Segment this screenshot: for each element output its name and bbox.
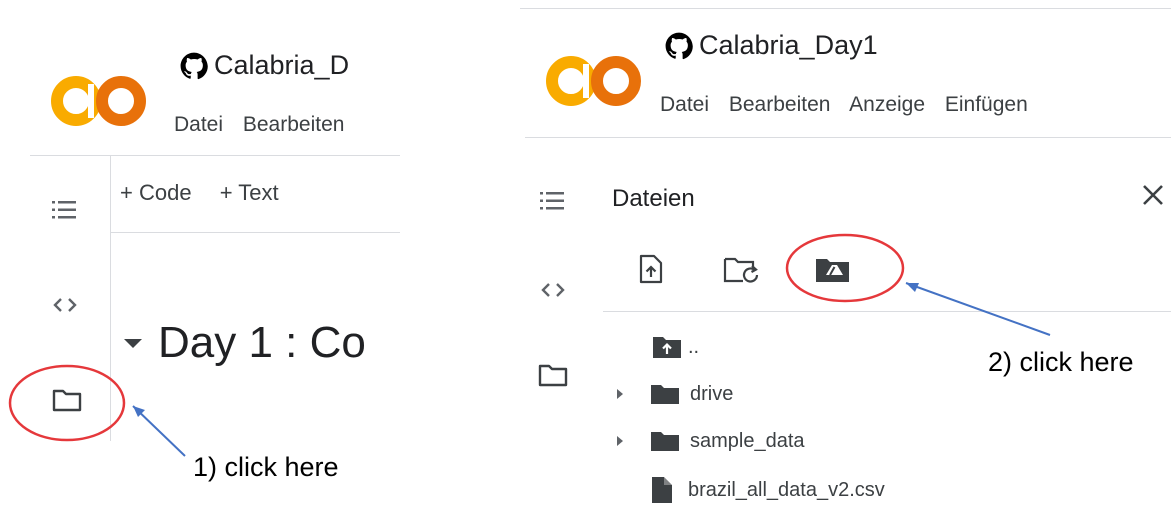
files-folder-icon[interactable] <box>536 360 570 390</box>
list-item[interactable]: drive <box>610 382 733 406</box>
file-name: brazil_all_data_v2.csv <box>688 478 885 501</box>
notebook-title-text: Calabria_D <box>214 50 350 80</box>
github-icon <box>665 32 693 59</box>
annotation-step2: 2) click here <box>988 347 1134 377</box>
header-divider-right <box>525 137 1171 138</box>
list-item[interactable]: brazil_all_data_v2.csv <box>650 476 885 504</box>
toc-icon[interactable] <box>538 186 568 216</box>
close-icon[interactable] <box>1140 178 1171 212</box>
file-name: drive <box>690 382 734 405</box>
header-divider <box>30 155 400 156</box>
sidebar-divider <box>110 155 111 441</box>
github-icon <box>180 52 208 79</box>
arrow-step2 <box>905 282 1051 336</box>
files-folder-icon[interactable] <box>50 385 84 415</box>
top-border <box>520 8 1171 9</box>
folder-up-icon <box>653 337 681 358</box>
files-toolbar-divider <box>603 311 1171 312</box>
colab-logo-right[interactable] <box>545 50 645 110</box>
menu-einfuegen[interactable]: Einfügen <box>945 93 1028 116</box>
file-icon <box>652 477 672 503</box>
code-snippets-icon[interactable] <box>50 290 80 320</box>
expand-arrow-icon[interactable] <box>610 384 630 404</box>
colab-logo[interactable] <box>50 70 150 130</box>
expand-arrow-icon[interactable] <box>610 431 630 451</box>
menu-bar-right: Datei Bearbeiten Anzeige Einfügen <box>660 93 1042 117</box>
add-text-button[interactable]: + Text <box>220 180 279 205</box>
toc-icon[interactable] <box>50 195 80 225</box>
menu-bearbeiten[interactable]: Bearbeiten <box>729 93 831 116</box>
parent-directory-row[interactable]: .. <box>652 335 699 359</box>
toolbar-divider <box>111 232 400 233</box>
folder-icon <box>651 432 679 451</box>
menu-bearbeiten[interactable]: Bearbeiten <box>243 113 345 136</box>
notebook-title-text: Calabria_Day1 <box>699 30 878 60</box>
refresh-folder-icon[interactable] <box>722 254 762 286</box>
toolbar: + Code + Text <box>120 180 293 206</box>
files-panel-title: Dateien <box>612 185 695 212</box>
collapse-caret-icon[interactable] <box>118 333 148 353</box>
menu-anzeige[interactable]: Anzeige <box>849 93 925 116</box>
menu-bar: Datei Bearbeiten <box>174 113 358 137</box>
arrow-step1 <box>132 405 186 457</box>
annotation-step1: 1) click here <box>193 452 339 482</box>
upload-file-icon[interactable] <box>636 252 666 286</box>
list-item[interactable]: sample_data <box>610 429 805 453</box>
menu-datei[interactable]: Datei <box>660 93 709 116</box>
mount-drive-icon[interactable] <box>813 255 853 285</box>
parent-dir-label: .. <box>688 335 700 358</box>
add-code-button[interactable]: + Code <box>120 180 192 205</box>
code-snippets-icon[interactable] <box>538 275 568 305</box>
notebook-title[interactable]: Calabria_D <box>180 50 349 81</box>
section-heading[interactable]: Day 1 : Co <box>118 318 366 368</box>
menu-datei[interactable]: Datei <box>174 113 223 136</box>
file-name: sample_data <box>690 429 805 452</box>
section-heading-text: Day 1 : Co <box>158 318 366 367</box>
folder-icon <box>651 385 679 404</box>
notebook-title-right[interactable]: Calabria_Day1 <box>665 30 878 61</box>
